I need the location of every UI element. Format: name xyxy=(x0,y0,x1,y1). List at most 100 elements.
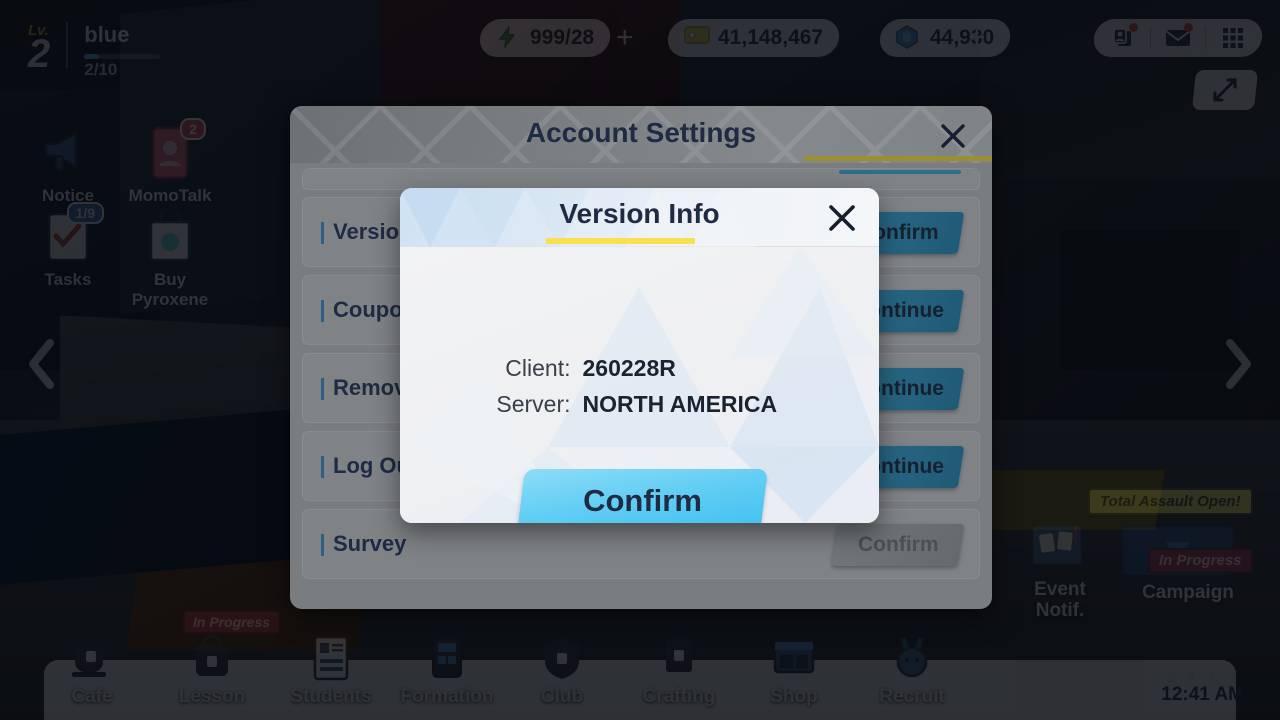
game-screen: Lv. 2 blue 2/10 999/28 + 41,148,467 44,9… xyxy=(0,0,1280,720)
player-level-block[interactable]: Lv. 2 blue 2/10 xyxy=(28,22,161,80)
event-notif-icon: ! xyxy=(1016,522,1104,579)
clock: △ ✕ ＋ ○ 12:41 AM xyxy=(1161,665,1244,706)
credits-counter[interactable]: 41,148,467 xyxy=(666,19,842,57)
survey-confirm-button[interactable]: Confirm xyxy=(831,524,965,566)
notification-dot xyxy=(1184,23,1193,32)
nav-item-cafe[interactable]: Cafe xyxy=(40,634,144,708)
widget-label-line1: Event xyxy=(1034,579,1086,600)
friends-icon[interactable] xyxy=(1108,23,1138,51)
clipboard-check-icon: 1/9 xyxy=(38,202,104,268)
divider xyxy=(66,22,69,68)
server-value: NORTH AMERICA xyxy=(582,391,778,417)
shortcut-notice[interactable]: Notice xyxy=(22,126,114,206)
clock-time: 12:41 AM xyxy=(1161,684,1244,705)
button-label: Confirm xyxy=(857,533,939,556)
server-label: Server: xyxy=(496,391,571,417)
title-underline xyxy=(804,156,992,161)
grid-menu-icon[interactable] xyxy=(1218,25,1248,51)
nav-label: Cafe xyxy=(71,686,113,707)
phone-chat-icon: 2 xyxy=(140,118,206,184)
shortcut-label: Tasks xyxy=(44,270,92,289)
add-ap-button[interactable]: + xyxy=(616,23,634,53)
pyroxene-gem-icon xyxy=(896,25,922,51)
client-value: 260228R xyxy=(582,355,676,381)
store-icon xyxy=(768,634,820,686)
widget-label-line2: Notif. xyxy=(1035,600,1085,621)
client-label: Client: xyxy=(505,355,571,381)
nav-label: Students xyxy=(290,686,372,707)
badge-count: 2 xyxy=(180,118,206,140)
confirm-button-label: Confirm xyxy=(583,483,702,518)
chevron-right-icon[interactable] xyxy=(1222,338,1256,390)
widget-label: Campaign xyxy=(1142,582,1234,603)
nav-item-recruit[interactable]: Recruit xyxy=(860,634,964,708)
list-item: Client: 260228R xyxy=(400,355,879,382)
version-info-dialog: Version Info Client: 260228R Server: NOR… xyxy=(400,188,879,523)
megaphone-icon xyxy=(38,126,98,184)
setting-label: Version xyxy=(303,219,412,245)
lightning-icon xyxy=(496,24,522,51)
student-list-icon xyxy=(305,634,357,686)
nav-item-students[interactable]: Students xyxy=(279,634,383,708)
credit-ticket-icon xyxy=(684,25,710,51)
campaign-in-progress-tag: In Progress xyxy=(1148,548,1253,573)
shortcut-momotalk[interactable]: 2 MomoTalk xyxy=(124,118,216,206)
xp-bar xyxy=(84,54,161,59)
player-name: blue xyxy=(84,22,130,47)
version-info-title: Version Info xyxy=(559,198,720,229)
shield-icon xyxy=(536,634,588,686)
total-assault-tag: Total Assault Open! xyxy=(1088,488,1253,515)
coffee-cup-icon xyxy=(66,634,118,686)
divider xyxy=(1205,27,1206,49)
shortcut-label: MomoTalk xyxy=(128,186,212,205)
nav-label: Lesson xyxy=(178,686,246,707)
clock-symbols: △ ✕ ＋ ○ xyxy=(1165,668,1240,683)
divider xyxy=(1150,27,1151,49)
shortcut-tasks[interactable]: 1/9 Tasks xyxy=(22,202,114,290)
nav-label: Recruit xyxy=(879,686,945,707)
close-icon[interactable] xyxy=(824,200,860,236)
close-icon[interactable] xyxy=(936,119,970,153)
setting-label: Survey xyxy=(303,531,406,557)
chevron-left-icon[interactable] xyxy=(24,338,58,390)
version-info-header: Version Info xyxy=(400,188,879,247)
ap-value: 999/28 xyxy=(530,26,595,49)
shopping-bag-icon xyxy=(140,206,200,268)
nav-item-shop[interactable]: Shop xyxy=(742,634,846,708)
credits-value: 41,148,467 xyxy=(718,26,824,49)
list-item: Server: NORTH AMERICA xyxy=(400,391,879,418)
account-settings-title: Account Settings xyxy=(525,117,757,148)
svg-text:!: ! xyxy=(1072,522,1079,547)
mail-icon[interactable] xyxy=(1163,23,1193,51)
pyroxene-counter[interactable]: 44,930 xyxy=(878,19,1013,57)
nav-label: Shop xyxy=(770,686,818,707)
nav-item-lesson[interactable]: Lesson xyxy=(160,634,264,708)
badge-count: 1/9 xyxy=(66,202,104,224)
hud-right-buttons xyxy=(1092,19,1264,57)
nav-label: Formation xyxy=(400,686,494,707)
version-info-body: Client: 260228R Server: NORTH AMERICA Co… xyxy=(400,247,879,523)
confirm-button[interactable]: Confirm xyxy=(517,469,768,523)
nav-label: Crafting xyxy=(642,686,716,707)
widget-event-notif[interactable]: ! Event Notif. xyxy=(1016,522,1104,621)
ap-counter[interactable]: 999/28 xyxy=(478,19,613,57)
version-info-fields: Client: 260228R Server: NORTH AMERICA xyxy=(400,355,879,427)
title-underline xyxy=(546,238,695,244)
nav-item-crafting[interactable]: Crafting xyxy=(627,634,731,708)
xp-text: 2/10 xyxy=(84,60,118,79)
character-icon xyxy=(886,634,938,686)
expand-arrows-icon[interactable] xyxy=(1191,70,1259,110)
tablet-formation-icon xyxy=(421,634,473,686)
craft-lock-icon xyxy=(653,634,705,686)
backpack-icon xyxy=(186,634,238,686)
notification-dot xyxy=(1129,23,1138,32)
table-row-partial[interactable] xyxy=(302,168,980,190)
account-settings-header: Account Settings xyxy=(290,106,992,163)
level-number: 2 xyxy=(28,32,51,76)
shortcut-buy-pyroxene[interactable]: Buy Pyroxene xyxy=(124,206,216,310)
nav-item-club[interactable]: Club xyxy=(510,634,614,708)
shortcut-label: Buy Pyroxene xyxy=(131,270,209,309)
lesson-in-progress-tag: In Progress xyxy=(183,610,281,634)
nav-item-formation[interactable]: Formation xyxy=(395,634,499,708)
add-pyroxene-button[interactable]: + xyxy=(968,23,986,53)
